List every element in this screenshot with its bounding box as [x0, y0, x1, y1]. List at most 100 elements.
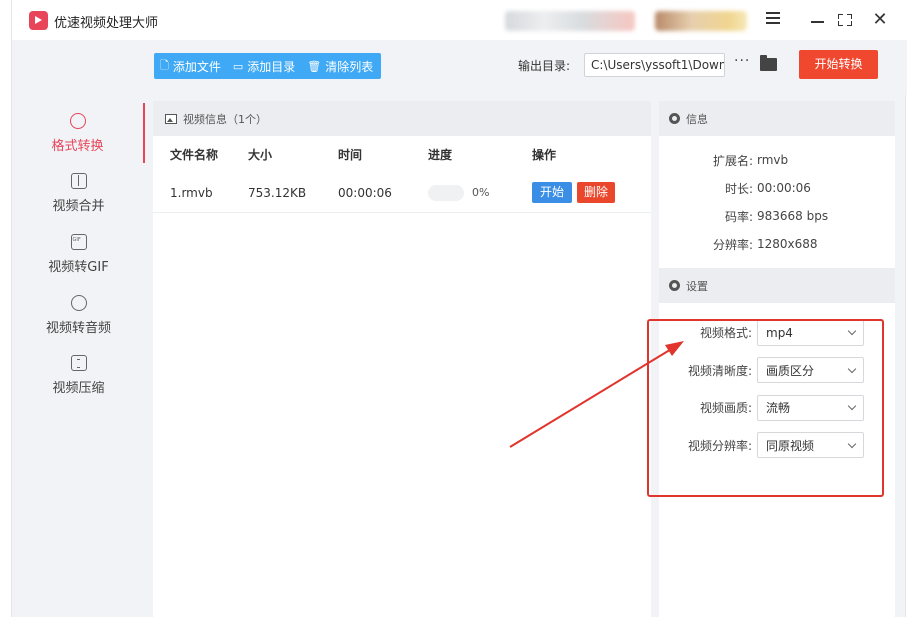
sidebar-item-label: 视频转音频 — [45, 321, 111, 336]
progress-bar — [428, 184, 464, 201]
info-row-bitrate: 码率: 983668 bps — [659, 202, 895, 230]
audio-icon — [70, 295, 87, 311]
info-label: 扩展名: — [712, 153, 753, 168]
output-dir-field[interactable]: C:\Users\yssoft1\Down — [584, 53, 725, 77]
column-header-time: 时间 — [338, 148, 363, 162]
close-icon[interactable]: ✕ — [869, 9, 891, 31]
column-header-size: 大小 — [248, 148, 273, 162]
select-value: mp4 — [766, 325, 793, 340]
right-panel: 信息 扩展名: rmvb 时长: 00:00:06 码率: 983668 bps… — [659, 101, 895, 617]
compress-icon — [70, 355, 87, 371]
settings-header: 设置 — [659, 268, 895, 303]
info-value: 00:00:06 — [757, 181, 811, 195]
setting-video-quality: 视频清晰度: 画质区分 — [659, 352, 895, 390]
clear-list-button[interactable]: 🗑 清除列表 — [307, 58, 373, 75]
column-header-action: 操作 — [532, 148, 557, 162]
sidebar-item-label: 视频转GIF — [48, 260, 109, 275]
video-resolution-select[interactable]: 同原视频 — [757, 432, 864, 459]
folder-outline-icon: ▭ — [232, 59, 244, 73]
column-header-name: 文件名称 — [170, 148, 219, 162]
chevron-down-icon — [847, 364, 857, 373]
video-panel-title: 视频信息（1个） — [183, 112, 267, 126]
menu-icon[interactable] — [762, 9, 784, 31]
title-bar: 优速视频处理大师 ✕ — [12, 0, 907, 40]
row-start-button[interactable]: 开始 — [532, 182, 572, 203]
gear-icon — [669, 113, 680, 124]
select-value: 流畅 — [766, 401, 791, 416]
merge-icon — [70, 173, 87, 189]
output-dir-label: 输出目录: — [518, 59, 571, 73]
info-header: 信息 — [659, 101, 895, 136]
setting-label: 视频格式: — [699, 326, 752, 341]
open-folder-icon[interactable] — [760, 55, 777, 71]
more-options-icon[interactable]: ··· — [734, 53, 750, 69]
sidebar-item-label: 视频合并 — [52, 199, 105, 214]
add-file-button[interactable]: 🗋 添加文件 — [160, 57, 221, 76]
select-value: 同原视频 — [766, 438, 815, 453]
video-format-select[interactable]: mp4 — [757, 319, 864, 346]
sidebar-item-video-compress[interactable]: 视频压缩 — [12, 345, 145, 405]
add-directory-label: 添加目录 — [247, 59, 296, 74]
video-list-panel: 视频信息（1个） 文件名称 大小 时间 进度 操作 1.rmvb 753.12K… — [153, 101, 651, 617]
table-header: 文件名称 大小 时间 进度 操作 — [153, 136, 651, 173]
info-row-resolution: 分辨率: 1280x688 — [659, 230, 895, 258]
add-directory-button[interactable]: ▭ 添加目录 — [233, 58, 295, 75]
format-convert-icon — [69, 113, 86, 129]
file-duration: 00:00:06 — [338, 185, 392, 200]
gear-icon — [669, 280, 680, 291]
trash-icon: 🗑 — [307, 59, 322, 73]
file-name: 1.rmvb — [170, 185, 213, 200]
chevron-down-icon — [847, 327, 857, 336]
sidebar-item-format-convert[interactable]: 格式转换 — [12, 103, 145, 163]
setting-video-picture: 视频画质: 流畅 — [659, 389, 895, 427]
sidebar-item-label: 格式转换 — [51, 139, 104, 154]
column-header-progress: 进度 — [428, 148, 453, 162]
toolbar: 🗋 添加文件 ▭ 添加目录 🗑 清除列表 输出目录: C:\Users\ysso… — [12, 40, 907, 95]
clear-list-label: 清除列表 — [325, 59, 374, 74]
app-title: 优速视频处理大师 — [54, 16, 159, 31]
sidebar-item-video-to-gif[interactable]: 视频转GIF — [12, 224, 145, 284]
start-convert-button[interactable]: 开始转换 — [799, 50, 878, 79]
select-value: 画质区分 — [766, 363, 815, 378]
row-delete-button[interactable]: 删除 — [577, 182, 615, 203]
sidebar: 格式转换 视频合并 视频转GIF 视频转音频 视频压缩 — [12, 95, 145, 617]
gif-icon — [70, 234, 87, 250]
file-button-group: 🗋 添加文件 ▭ 添加目录 🗑 清除列表 — [154, 53, 382, 79]
video-picture-select[interactable]: 流畅 — [757, 394, 864, 421]
chevron-down-icon — [847, 402, 857, 411]
setting-label: 视频画质: — [699, 401, 752, 416]
blurred-user-avatar — [655, 11, 747, 31]
progress-percent: 0% — [472, 186, 490, 199]
sidebar-item-label: 视频压缩 — [52, 381, 105, 396]
info-row-extension: 扩展名: rmvb — [659, 146, 895, 174]
file-icon: 🗋 — [160, 58, 169, 72]
info-row-duration: 时长: 00:00:06 — [659, 174, 895, 202]
blurred-account-area — [505, 11, 635, 31]
info-label: 时长: — [724, 181, 753, 196]
info-value: 983668 bps — [757, 209, 829, 223]
setting-label: 视频清晰度: — [687, 363, 752, 378]
setting-label: 视频分辨率: — [687, 438, 752, 453]
video-quality-select[interactable]: 画质区分 — [757, 357, 864, 384]
info-label: 分辨率: — [712, 237, 753, 252]
info-label: 码率: — [724, 209, 753, 224]
action-cell: 开始 删除 — [532, 182, 651, 203]
progress-cell: 0% — [428, 184, 532, 201]
app-logo-icon — [29, 11, 48, 30]
settings-list: 视频格式: mp4 视频清晰度: 画质区分 视频画质: 流畅 视频分辨率: 同原… — [659, 303, 895, 464]
setting-video-resolution: 视频分辨率: 同原视频 — [659, 427, 895, 465]
info-value: rmvb — [757, 153, 789, 167]
info-value: 1280x688 — [757, 237, 818, 251]
file-size: 753.12KB — [248, 185, 307, 200]
sidebar-item-video-merge[interactable]: 视频合并 — [12, 163, 145, 223]
video-panel-header: 视频信息（1个） — [153, 101, 651, 136]
info-list: 扩展名: rmvb 时长: 00:00:06 码率: 983668 bps 分辨… — [659, 136, 895, 258]
sidebar-item-video-to-audio[interactable]: 视频转音频 — [12, 285, 145, 345]
table-row[interactable]: 1.rmvb 753.12KB 00:00:06 0% 开始 删除 — [153, 173, 651, 213]
setting-video-format: 视频格式: mp4 — [659, 314, 895, 352]
settings-title: 设置 — [686, 279, 708, 293]
minimize-icon[interactable] — [806, 9, 828, 31]
maximize-icon[interactable] — [834, 9, 856, 31]
add-file-label: 添加文件 — [172, 59, 221, 74]
info-title: 信息 — [686, 112, 708, 126]
